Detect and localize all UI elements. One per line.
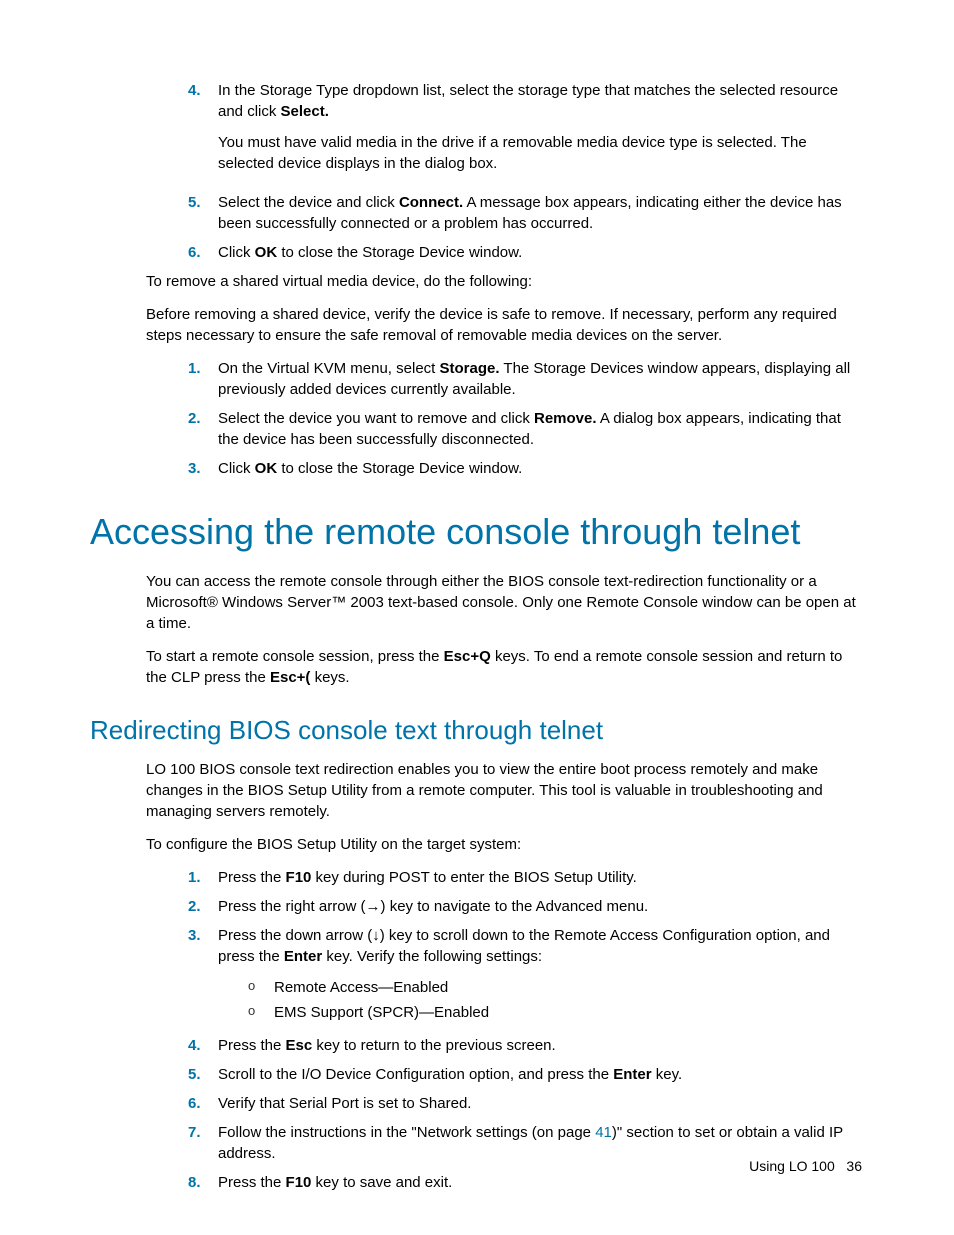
list-body: Select the device and click Connect. A m… xyxy=(218,192,864,234)
list-item: 5. Select the device and click Connect. … xyxy=(182,192,864,234)
list-number: 2. xyxy=(182,896,218,917)
sub-text: EMS Support (SPCR)—Enabled xyxy=(274,1002,864,1023)
list-number: 3. xyxy=(182,458,218,479)
list-item: 6. Verify that Serial Port is set to Sha… xyxy=(182,1093,864,1114)
list-item: 3. Click OK to close the Storage Device … xyxy=(182,458,864,479)
paragraph: To configure the BIOS Setup Utility on t… xyxy=(146,834,864,855)
list-body: Press the F10 key during POST to enter t… xyxy=(218,867,864,888)
list-number: 3. xyxy=(182,925,218,1027)
paragraph: LO 100 BIOS console text redirection ena… xyxy=(146,759,864,822)
ordered-list-bios: 1. Press the F10 key during POST to ente… xyxy=(182,867,864,1193)
list-body: Select the device you want to remove and… xyxy=(218,408,864,450)
list-number: 7. xyxy=(182,1122,218,1164)
bullet-icon: o xyxy=(248,977,274,998)
list-item: 1. Press the F10 key during POST to ente… xyxy=(182,867,864,888)
paragraph: To start a remote console session, press… xyxy=(146,646,864,688)
list-body: Click OK to close the Storage Device win… xyxy=(218,458,864,479)
page-footer: Using LO 100 36 xyxy=(749,1157,862,1177)
list-item: 5. Scroll to the I/O Device Configuratio… xyxy=(182,1064,864,1085)
sub-list-item: o EMS Support (SPCR)—Enabled xyxy=(248,1002,864,1023)
page-content: 4. In the Storage Type dropdown list, se… xyxy=(146,80,864,1193)
list-item: 2. Press the right arrow (→) key to navi… xyxy=(182,896,864,917)
list-number: 4. xyxy=(182,80,218,184)
list-item: 1. On the Virtual KVM menu, select Stora… xyxy=(182,358,864,400)
list-item: 3. Press the down arrow (↓) key to scrol… xyxy=(182,925,864,1027)
ordered-list-top: 4. In the Storage Type dropdown list, se… xyxy=(182,80,864,263)
page-link-41[interactable]: 41 xyxy=(595,1124,612,1141)
list-number: 6. xyxy=(182,1093,218,1114)
paragraph: Press the down arrow (↓) key to scroll d… xyxy=(218,925,864,967)
paragraph: You can access the remote console throug… xyxy=(146,571,864,634)
list-body: On the Virtual KVM menu, select Storage.… xyxy=(218,358,864,400)
paragraph: Before removing a shared device, verify … xyxy=(146,304,864,346)
paragraph: You must have valid media in the drive i… xyxy=(218,132,864,174)
list-number: 1. xyxy=(182,358,218,400)
list-body: Press the Esc key to return to the previ… xyxy=(218,1035,864,1056)
list-number: 1. xyxy=(182,867,218,888)
list-body: Verify that Serial Port is set to Shared… xyxy=(218,1093,864,1114)
list-number: 8. xyxy=(182,1172,218,1193)
list-number: 4. xyxy=(182,1035,218,1056)
list-number: 5. xyxy=(182,192,218,234)
list-item: 4. Press the Esc key to return to the pr… xyxy=(182,1035,864,1056)
paragraph: In the Storage Type dropdown list, selec… xyxy=(218,80,864,122)
heading-accessing-remote-console: Accessing the remote console through tel… xyxy=(90,507,864,557)
list-body: Press the right arrow (→) key to navigat… xyxy=(218,896,864,917)
ordered-list-remove: 1. On the Virtual KVM menu, select Stora… xyxy=(182,358,864,479)
list-body: Press the down arrow (↓) key to scroll d… xyxy=(218,925,864,1027)
sub-list-item: o Remote Access—Enabled xyxy=(248,977,864,998)
list-item: 6. Click OK to close the Storage Device … xyxy=(182,242,864,263)
footer-page-number: 36 xyxy=(846,1158,862,1174)
list-body: In the Storage Type dropdown list, selec… xyxy=(218,80,864,184)
heading-redirecting-bios: Redirecting BIOS console text through te… xyxy=(90,712,864,748)
list-body: Click OK to close the Storage Device win… xyxy=(218,242,864,263)
list-number: 2. xyxy=(182,408,218,450)
paragraph: To remove a shared virtual media device,… xyxy=(146,271,864,292)
list-body: Scroll to the I/O Device Configuration o… xyxy=(218,1064,864,1085)
footer-label: Using LO 100 xyxy=(749,1158,835,1174)
list-item: 2. Select the device you want to remove … xyxy=(182,408,864,450)
list-item: 4. In the Storage Type dropdown list, se… xyxy=(182,80,864,184)
list-number: 6. xyxy=(182,242,218,263)
bullet-icon: o xyxy=(248,1002,274,1023)
sub-text: Remote Access—Enabled xyxy=(274,977,864,998)
list-number: 5. xyxy=(182,1064,218,1085)
